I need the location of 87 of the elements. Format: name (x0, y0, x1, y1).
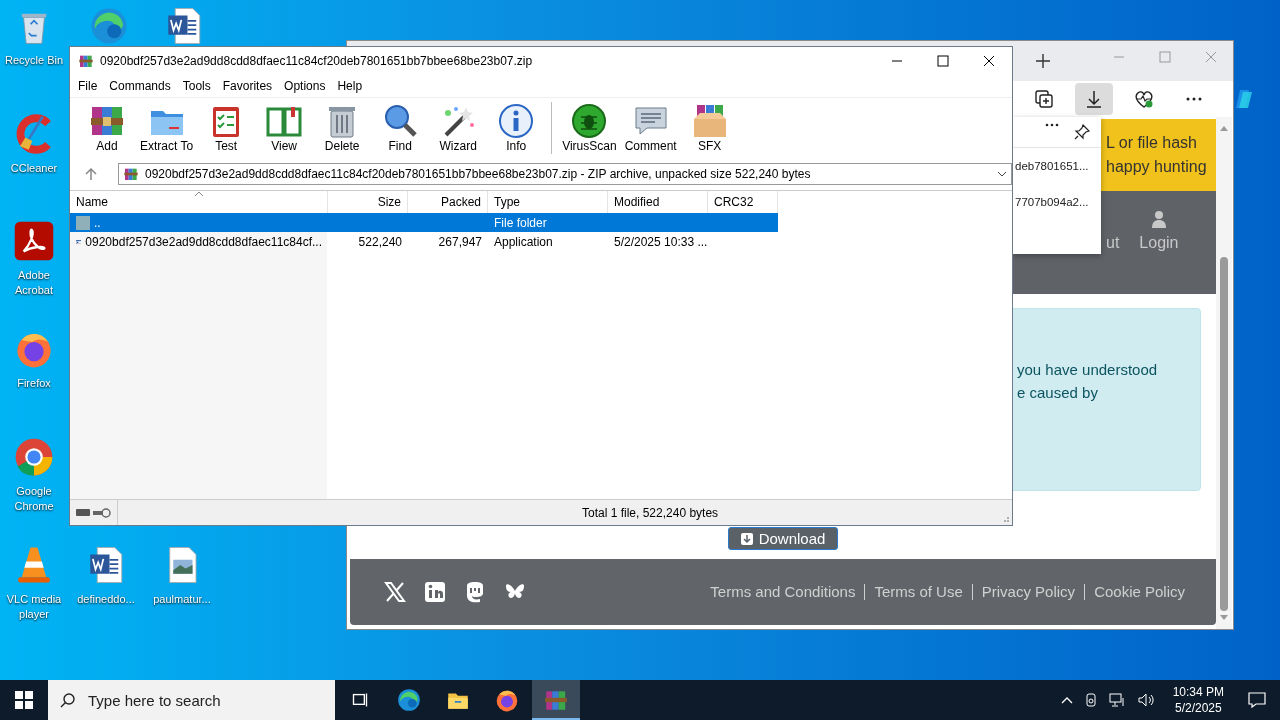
books-icon (123, 166, 139, 182)
banner-text: happy hunting (1106, 158, 1208, 176)
magnifier-icon (382, 103, 419, 139)
toolbar-button[interactable]: Add (78, 103, 136, 153)
heart-pulse-icon (1133, 88, 1155, 110)
scroll-down-icon[interactable] (1220, 615, 1228, 621)
box-icon (691, 103, 728, 139)
toolbar-button[interactable]: Info (487, 103, 546, 153)
menu-item[interactable]: Options (278, 79, 332, 93)
menu-item[interactable]: Tools (176, 79, 217, 93)
download-item[interactable]: deb7801651... (1013, 148, 1101, 184)
bug-icon (571, 103, 608, 139)
toolbar-button[interactable]: View (255, 103, 314, 153)
file-name: 0920bdf257d3e2ad9dd8cdd8dfaec11c84cf... (70, 232, 328, 251)
folder-icon (76, 215, 90, 230)
clock[interactable]: 10:34 PM 5/2/2025 (1172, 684, 1224, 716)
edge-icon[interactable] (396, 687, 422, 713)
scrollbar-thumb[interactable] (1220, 257, 1228, 611)
windows-icon (15, 691, 33, 709)
packed-size: 267,947 (437, 233, 483, 251)
menu-item[interactable]: Help (331, 79, 369, 93)
notice-text: e caused by (1017, 384, 1099, 401)
search-input[interactable]: Type here to search (86, 690, 320, 710)
path-field[interactable]: 0920bdf257d3e2ad9dd8cdd8dfaec11c84cf20deb7801651bb7bbee68be23b07.zip - ZIP archive, unpacked size 522,240 bytes (118, 163, 1012, 185)
x-logo-icon[interactable] (384, 581, 406, 603)
toolbar-button[interactable]: Extract To (136, 103, 198, 153)
footer-link[interactable]: Privacy Policy (971, 584, 1085, 600)
books-icon (78, 53, 94, 69)
notice-text: you have understood (1017, 361, 1159, 378)
drive-icon[interactable] (76, 508, 90, 517)
chrome-icon[interactable] (13, 436, 55, 478)
file-type: Application (493, 233, 554, 251)
nav-link[interactable]: ut (1106, 234, 1120, 252)
more-icon[interactable] (1045, 123, 1059, 127)
file-type: File folder (493, 214, 548, 232)
toolbar-button[interactable]: Wizard (429, 103, 488, 153)
banner-text: L or file hash (1106, 134, 1198, 152)
linkedin-icon[interactable] (424, 581, 446, 603)
close-icon (983, 55, 995, 67)
info-icon (498, 103, 535, 139)
person-icon (1150, 210, 1167, 228)
clock-time: 10:34 PM (1172, 684, 1224, 700)
chevron-up-icon[interactable] (1060, 696, 1073, 704)
pin-icon[interactable] (1073, 123, 1091, 141)
file-name: .. (70, 213, 328, 232)
footer-link[interactable]: Terms and Conditions (701, 584, 865, 600)
modified-date: 5/2/2025 10:33 ... (613, 233, 708, 251)
toolbar-button[interactable]: Comment (620, 103, 681, 153)
up-arrow-icon[interactable] (84, 167, 98, 181)
scroll-up-icon[interactable] (1220, 125, 1228, 131)
resize-grip-icon[interactable] (1001, 514, 1009, 522)
collections-icon (1033, 88, 1055, 110)
download-item[interactable]: 7707b094a2... (1013, 184, 1101, 220)
file-row[interactable]: .. File folder (70, 213, 778, 232)
toolbar-button[interactable]: Test (197, 103, 256, 153)
speaker-icon[interactable] (1136, 692, 1155, 708)
taskbar-search-bar[interactable]: Type here to search (48, 680, 335, 720)
sort-caret-icon (194, 191, 204, 197)
toolbar-button[interactable]: Find (371, 103, 430, 153)
plus-icon (1035, 53, 1051, 69)
clock-date: 5/2/2025 (1174, 700, 1222, 716)
acrobat-icon[interactable] (13, 220, 55, 262)
search-icon (60, 692, 76, 708)
download-button[interactable]: Download (727, 527, 839, 550)
toolbar-button[interactable]: VirusScan (558, 103, 621, 153)
status-text: Total 1 file, 522,240 bytes (582, 505, 719, 520)
nav-link[interactable]: Login (1139, 210, 1179, 252)
footer-link[interactable]: Terms of Use (864, 584, 972, 600)
copilot-icon (1233, 88, 1255, 110)
file-size: 522,240 (357, 233, 403, 251)
key-icon[interactable] (93, 507, 111, 518)
menu-item[interactable]: File (72, 79, 104, 93)
menu-item[interactable]: Commands (103, 79, 177, 93)
file-row[interactable]: 0920bdf257d3e2ad9dd8cdd8dfaec11c84cf... 522,240 267,947 Application 5/2/2025 10:33 ... (70, 232, 778, 251)
scrollbar[interactable] (1216, 117, 1232, 629)
maximize-icon (937, 55, 949, 67)
mastodon-icon[interactable] (464, 581, 486, 603)
toolbar-button[interactable] (1075, 83, 1113, 115)
toolbar-button[interactable]: Delete (313, 103, 372, 153)
download-icon (740, 532, 753, 545)
window-title: 0920bdf257d3e2ad9dd8cdd8dfaec11c84cf20deb7801651bb7bbee68be23b07.zip (100, 54, 533, 68)
notifications-icon[interactable] (1248, 691, 1266, 709)
menu-item[interactable]: Favorites (216, 79, 279, 93)
dropdown-caret-icon (997, 170, 1007, 178)
footer-link[interactable]: Cookie Policy (1084, 584, 1194, 600)
toolbar-button[interactable]: SFX (680, 103, 739, 153)
network-icon[interactable] (1108, 692, 1127, 708)
